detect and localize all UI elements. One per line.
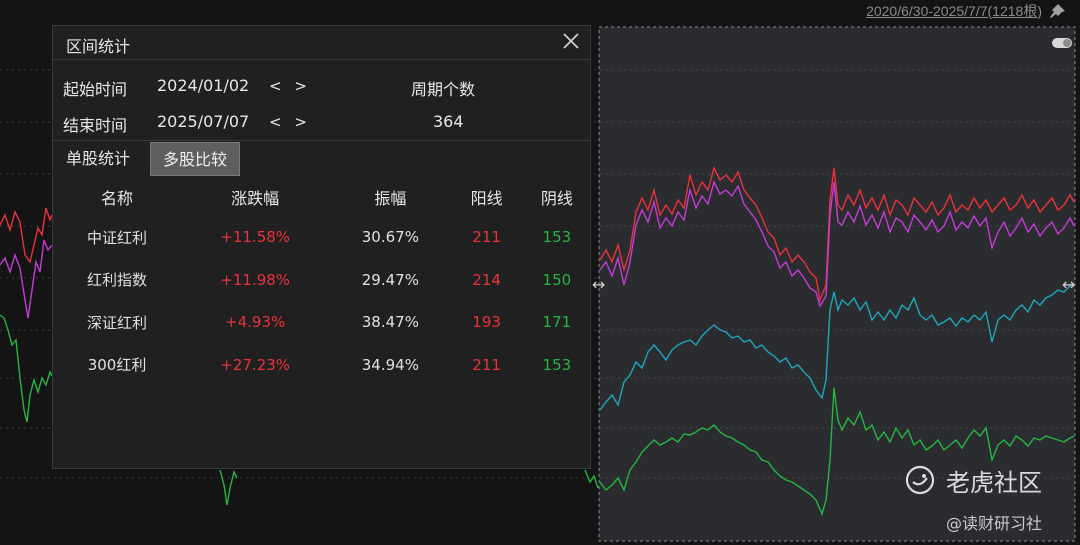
tab-single-stock[interactable]: 单股统计	[54, 142, 142, 176]
col-header-down: 阴线	[540, 189, 573, 208]
end-date-value: 2025/07/07	[157, 112, 250, 131]
series-green-under2	[584, 469, 599, 489]
cell-name: 中证红利	[87, 228, 148, 247]
cell-name: 红利指数	[87, 271, 148, 290]
cell-change: +27.23%	[220, 355, 291, 374]
start-date-value: 2024/01/02	[157, 76, 250, 95]
col-header-amplitude: 振幅	[374, 189, 407, 208]
comparison-table: 名称 涨跌幅 振幅 阳线 阴线 中证红利 +11.58% 30.67% 211 …	[53, 178, 592, 386]
cell-amplitude: 34.94%	[361, 355, 419, 374]
end-date-nav[interactable]: < >	[269, 113, 311, 131]
tabs-divider	[53, 140, 590, 141]
cell-amplitude: 38.47%	[361, 313, 419, 332]
title-divider	[53, 59, 590, 60]
cell-amplitude: 29.47%	[361, 270, 419, 289]
date-range-label[interactable]: 2020/6/30-2025/7/7(1218根)	[866, 1, 1042, 21]
table-header-row: 名称 涨跌幅 振幅 阳线 阴线	[53, 178, 592, 216]
col-header-change: 涨跌幅	[231, 189, 280, 208]
close-icon[interactable]	[560, 30, 582, 52]
cell-amplitude: 30.67%	[361, 228, 419, 247]
cell-down: 153	[542, 228, 572, 247]
table-row[interactable]: 红利指数 +11.98% 29.47% 214 150	[53, 259, 592, 302]
cell-name: 300红利	[87, 356, 147, 375]
cell-down: 153	[542, 355, 572, 374]
col-header-up: 阳线	[470, 189, 503, 208]
region-toggle-icon[interactable]	[1052, 38, 1072, 48]
table-row[interactable]: 300红利 +27.23% 34.94% 211 153	[53, 344, 592, 387]
cell-up: 193	[472, 313, 501, 332]
start-date-nav[interactable]: < >	[269, 77, 311, 95]
pin-icon[interactable]	[1048, 3, 1066, 19]
tiger-logo-icon	[905, 465, 935, 495]
tab-multi-compare[interactable]: 多股比较	[150, 142, 241, 176]
cell-name: 深证红利	[87, 313, 148, 332]
cell-up: 211	[472, 355, 501, 374]
period-count-value: 364	[433, 112, 464, 131]
series-green-left	[0, 314, 53, 423]
col-header-name: 名称	[101, 189, 134, 208]
right-resize-handle[interactable]: ↔	[1062, 275, 1075, 294]
cell-up: 211	[472, 228, 501, 247]
panel-title: 区间统计	[66, 37, 131, 56]
left-resize-handle[interactable]: ↔	[592, 275, 605, 294]
start-time-label: 起始时间	[63, 80, 128, 99]
interval-stats-panel: 区间统计 起始时间 2024/01/02 < > 周期个数 结束时间 2025/…	[52, 25, 591, 469]
cell-change: +4.93%	[225, 313, 286, 332]
table-row[interactable]: 中证红利 +11.58% 30.67% 211 153	[53, 216, 592, 259]
watermark-brand: 老虎社区	[946, 469, 1042, 497]
table-row[interactable]: 深证红利 +4.93% 38.47% 193 171	[53, 301, 592, 344]
cell-change: +11.98%	[220, 270, 291, 289]
series-green-under	[219, 469, 238, 506]
cell-down: 150	[542, 270, 572, 289]
cell-change: +11.58%	[220, 228, 291, 247]
series-red-left	[0, 207, 53, 264]
cell-up: 214	[472, 270, 501, 289]
series-magenta-left	[0, 239, 53, 319]
period-count-label: 周期个数	[411, 80, 476, 99]
cell-down: 171	[542, 313, 572, 332]
watermark-sub: @读财研习社	[946, 514, 1043, 533]
end-time-label: 结束时间	[63, 116, 128, 135]
